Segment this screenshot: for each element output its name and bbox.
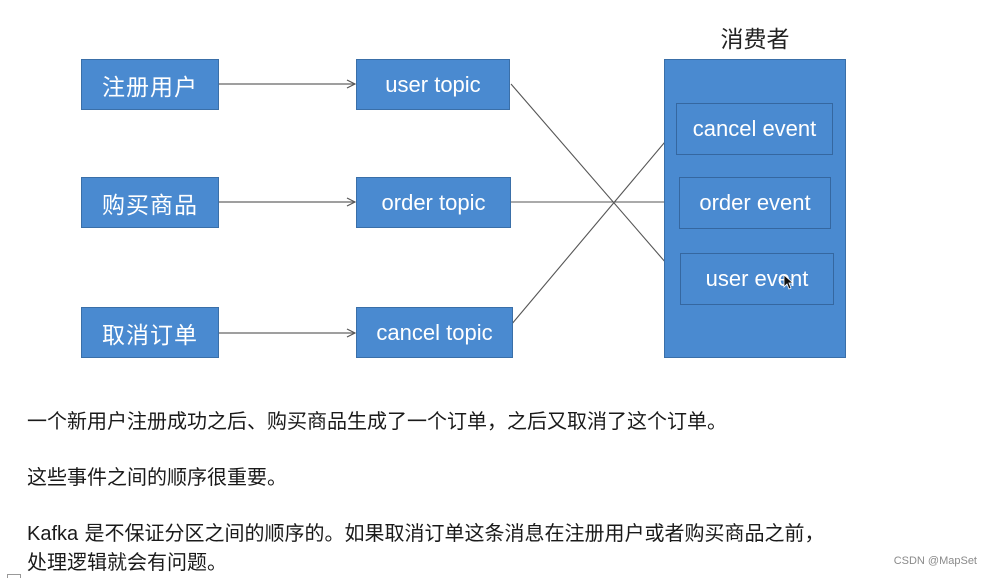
topic-order: order topic: [356, 177, 511, 228]
mouse-cursor-icon: [783, 274, 793, 290]
producer-register-user: 注册用户: [81, 59, 219, 110]
corner-mark: [7, 574, 21, 578]
producer-label: 取消订单: [102, 322, 198, 349]
event-user: user event: [680, 253, 834, 305]
producer-label: 购买商品: [102, 192, 198, 219]
watermark: CSDN @MapSet: [893, 555, 977, 567]
paragraph-scenario: 一个新用户注册成功之后、购买商品生成了一个订单，之后又取消了这个订单。: [27, 409, 727, 433]
topic-label: user topic: [385, 71, 481, 97]
event-label: order event: [699, 190, 811, 215]
topic-cancel: cancel topic: [356, 307, 513, 358]
edge-cancel-topic-to-cancel-event: [510, 130, 675, 326]
paragraph-problem: 处理逻辑就会有问题。: [27, 550, 227, 574]
consumer-title: 消费者: [720, 27, 790, 53]
event-order: order event: [679, 177, 831, 229]
producer-label: 注册用户: [102, 74, 198, 101]
edge-user-topic-to-user-event: [510, 83, 679, 278]
producer-cancel-order: 取消订单: [81, 307, 219, 358]
kafka-note-text: 是不保证分区之间的顺序的。如果取消订单这条消息在注册用户或者购买商品之前，: [78, 521, 825, 545]
topic-label: cancel topic: [376, 319, 493, 345]
topic-label: order topic: [381, 189, 486, 215]
paragraph-order-importance: 这些事件之间的顺序很重要。: [27, 465, 287, 489]
topic-user: user topic: [356, 59, 510, 110]
producer-purchase: 购买商品: [81, 177, 219, 228]
event-cancel: cancel event: [676, 103, 833, 155]
kafka-word: Kafka: [27, 523, 79, 545]
event-label: cancel event: [692, 116, 817, 141]
paragraph-kafka-note: Kafka 是不保证分区之间的顺序的。如果取消订单这条消息在注册用户或者购买商品…: [27, 517, 825, 546]
